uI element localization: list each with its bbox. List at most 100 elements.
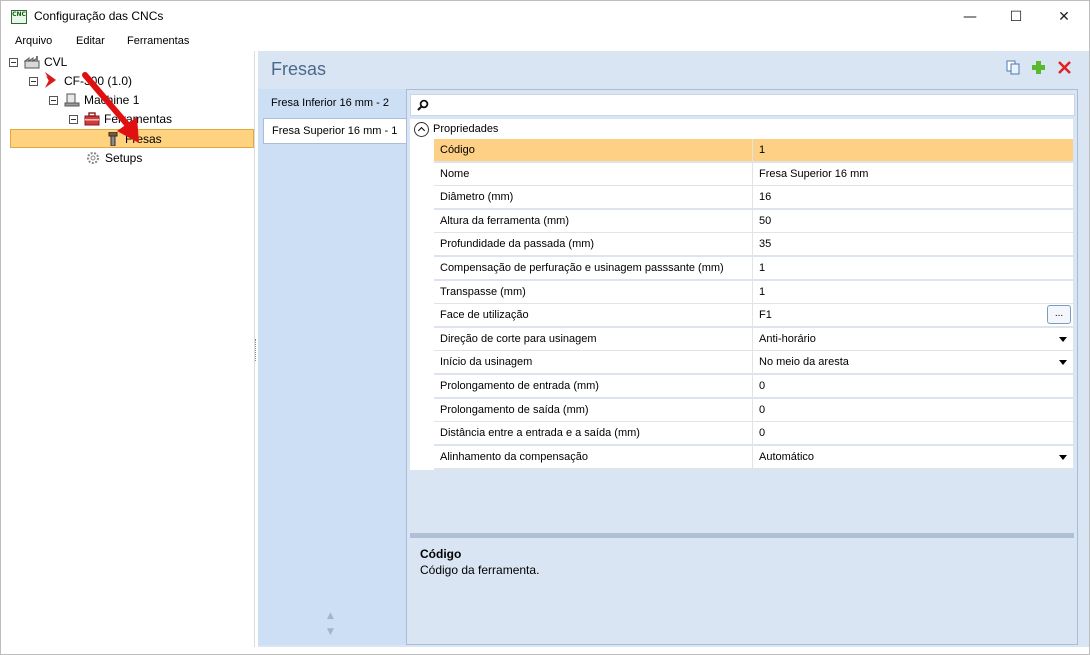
property-row[interactable]: Altura da ferramenta (mm) 50: [434, 210, 1073, 233]
property-name: Compensação de perfuração e usinagem pas…: [440, 262, 724, 274]
property-value[interactable]: No meio da aresta: [759, 356, 849, 368]
property-value[interactable]: 1: [759, 286, 765, 298]
property-row[interactable]: Distância entre a entrada e a saída (mm)…: [434, 422, 1073, 445]
annotation-arrow-icon: [82, 72, 139, 143]
property-row[interactable]: Face de utilização F1...: [434, 304, 1073, 327]
search-icon: [417, 99, 429, 111]
maximize-button[interactable]: ☐: [993, 1, 1039, 33]
property-gutter: [410, 139, 434, 470]
scroll-up-icon[interactable]: ▲: [327, 611, 334, 621]
property-name: Face de utilização: [440, 309, 529, 321]
column-divider[interactable]: [752, 446, 753, 469]
description-panel: Código Código da ferramenta.: [410, 538, 1074, 639]
property-value[interactable]: Fresa Superior 16 mm: [759, 168, 868, 180]
property-search-input[interactable]: [410, 94, 1075, 116]
description-text: Código da ferramenta.: [420, 563, 540, 577]
annotation-arrow-icon: [45, 72, 56, 88]
property-name: Prolongamento de entrada (mm): [440, 380, 599, 392]
property-value[interactable]: 1: [759, 262, 765, 274]
collapse-icon[interactable]: [29, 76, 38, 86]
window-title: Configuração das CNCs: [34, 9, 164, 23]
tree-node-setups[interactable]: Setups: [85, 149, 142, 167]
property-row[interactable]: Nome Fresa Superior 16 mm: [434, 163, 1073, 186]
category-label: Propriedades: [433, 123, 499, 135]
property-value[interactable]: 50: [759, 215, 771, 227]
property-name: Nome: [440, 168, 470, 180]
column-divider[interactable]: [752, 186, 753, 209]
property-row[interactable]: Compensação de perfuração e usinagem pas…: [434, 257, 1073, 280]
column-divider[interactable]: [752, 399, 753, 422]
dropdown-arrow-icon[interactable]: [1059, 360, 1067, 365]
collapse-icon[interactable]: [9, 57, 18, 67]
collapse-category-icon[interactable]: [414, 121, 429, 137]
property-category[interactable]: Propriedades: [410, 119, 1073, 139]
property-name: Alinhamento da compensação: [440, 451, 588, 463]
property-value[interactable]: 35: [759, 238, 771, 250]
tree-label-setups: Setups: [105, 151, 143, 165]
property-name: Código: [440, 144, 475, 156]
scroll-down-icon[interactable]: ▼: [327, 627, 334, 637]
property-value[interactable]: 16: [759, 191, 771, 203]
property-name: Distância entre a entrada e a saída (mm): [440, 427, 640, 439]
factory-icon: [24, 56, 40, 69]
menu-bar: Arquivo Editar Ferramentas: [1, 33, 1089, 51]
close-button[interactable]: ✕: [1041, 1, 1087, 33]
column-divider[interactable]: [752, 304, 753, 327]
property-value[interactable]: Anti-horário: [759, 333, 816, 345]
tool-list: [258, 89, 406, 645]
property-row[interactable]: Alinhamento da compensação Automático: [434, 446, 1073, 469]
description-title: Código: [420, 547, 462, 561]
collapse-icon[interactable]: [49, 95, 58, 105]
column-divider[interactable]: [752, 233, 753, 256]
column-divider[interactable]: [752, 351, 753, 374]
column-divider[interactable]: [752, 422, 753, 445]
property-name: Início da usinagem: [440, 356, 533, 368]
column-divider[interactable]: [752, 375, 753, 398]
menu-editar[interactable]: Editar: [76, 35, 105, 47]
machine-icon: [64, 93, 80, 107]
property-name: Altura da ferramenta (mm): [440, 215, 569, 227]
property-value[interactable]: F1: [759, 309, 772, 321]
property-name: Profundidade da passada (mm): [440, 238, 595, 250]
delete-icon[interactable]: [1056, 59, 1072, 75]
property-name: Prolongamento de saída (mm): [440, 404, 589, 416]
tool-list-item[interactable]: Fresa Inferior 16 mm - 2: [263, 90, 406, 116]
collapse-icon[interactable]: [69, 114, 78, 124]
property-row[interactable]: Prolongamento de saída (mm) 0: [434, 399, 1073, 422]
column-divider[interactable]: [752, 281, 753, 304]
property-row[interactable]: Profundidade da passada (mm) 35: [434, 233, 1073, 256]
tree-node-root[interactable]: CVL: [9, 53, 67, 71]
column-divider[interactable]: [752, 163, 753, 186]
property-value[interactable]: Automático: [759, 451, 814, 463]
property-row[interactable]: Diâmetro (mm) 16: [434, 186, 1073, 209]
ellipsis-button[interactable]: ...: [1047, 305, 1071, 324]
property-value[interactable]: 0: [759, 427, 765, 439]
property-value[interactable]: 0: [759, 380, 765, 392]
column-divider[interactable]: [752, 328, 753, 351]
property-value[interactable]: 1: [759, 144, 765, 156]
property-row[interactable]: Início da usinagem No meio da aresta: [434, 351, 1073, 374]
tool-list-item-selected[interactable]: Fresa Superior 16 mm - 1: [263, 118, 406, 144]
copy-icon[interactable]: [1005, 59, 1021, 75]
property-name: Direção de corte para usinagem: [440, 333, 597, 345]
menu-arquivo[interactable]: Arquivo: [15, 35, 52, 47]
add-icon[interactable]: [1030, 59, 1046, 75]
column-divider[interactable]: [752, 257, 753, 280]
property-row[interactable]: Direção de corte para usinagem Anti-horár…: [434, 328, 1073, 351]
section-title: Fresas: [271, 59, 327, 79]
property-name: Diâmetro (mm): [440, 191, 514, 203]
dropdown-arrow-icon[interactable]: [1059, 337, 1067, 342]
app-icon: CNC: [11, 10, 27, 24]
property-row[interactable]: Código 1: [434, 139, 1073, 162]
property-row[interactable]: Prolongamento de entrada (mm) 0: [434, 375, 1073, 398]
column-divider[interactable]: [752, 139, 753, 162]
tree-label-root: CVL: [44, 55, 68, 69]
menu-ferramentas[interactable]: Ferramentas: [127, 35, 189, 47]
property-row[interactable]: Transpasse (mm) 1: [434, 281, 1073, 304]
gear-icon: [87, 152, 99, 164]
dropdown-arrow-icon[interactable]: [1059, 455, 1067, 460]
minimize-button[interactable]: —: [947, 1, 993, 33]
column-divider[interactable]: [752, 210, 753, 233]
property-value[interactable]: 0: [759, 404, 765, 416]
title-bar: CNC Configuração das CNCs — ☐ ✕: [1, 1, 1089, 33]
